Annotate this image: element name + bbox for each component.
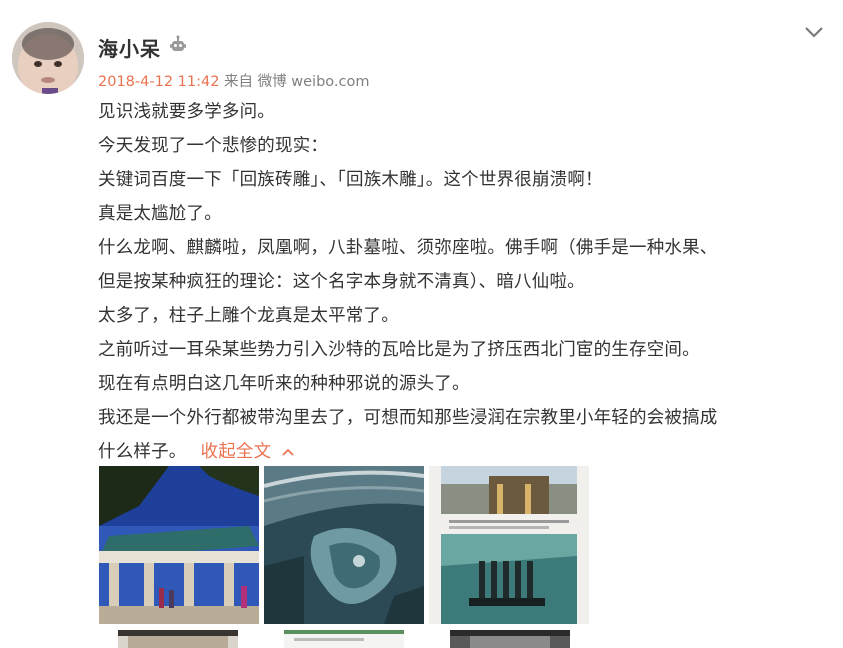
post-image-5[interactable] xyxy=(284,630,404,648)
post-line: 什么龙啊、麒麟啦，凤凰啊，八卦墓啦、须弥座啦。佛手啊（佛手是一种水果、 xyxy=(98,238,718,258)
post-image-6[interactable] xyxy=(450,630,570,648)
robot-icon xyxy=(168,35,188,55)
post-last-text: 什么样子。 xyxy=(98,442,187,462)
post-line-last: 什么样子。 收起全文 xyxy=(98,435,823,469)
post-line: 太多了，柱子上雕个龙真是太平常了。 xyxy=(98,306,399,326)
post-source: 微博 weibo.com xyxy=(257,74,370,90)
avatar[interactable] xyxy=(12,22,84,94)
source-prefix: 来自 xyxy=(224,74,254,90)
author-name[interactable]: 海小呆 xyxy=(98,33,161,62)
chevron-down-icon[interactable] xyxy=(803,22,825,42)
post-image-3[interactable] xyxy=(429,466,589,624)
post-line: 之前听过一耳朵某些势力引入沙特的瓦哈比是为了挤压西北门宦的生存空间。 xyxy=(98,340,700,360)
chevron-up-icon xyxy=(281,435,295,469)
post-meta: 2018-4-12 11:42 来自 微博 weibo.com xyxy=(98,70,369,91)
post-line: 现在有点明白这几年听来的种种邪说的源头了。 xyxy=(98,374,470,394)
post-timestamp[interactable]: 2018-4-12 11:42 xyxy=(98,74,219,90)
post-image-4[interactable] xyxy=(118,630,238,648)
post-image-1[interactable] xyxy=(99,466,259,624)
collapse-label: 收起全文 xyxy=(200,442,272,462)
post-line: 见识浅就要多学多问。 xyxy=(98,102,275,122)
post-line: 真是太尴尬了。 xyxy=(98,204,222,224)
post-line: 但是按某种疯狂的理论：这个名字本身就不清真）、暗八仙啦。 xyxy=(98,272,585,292)
collapse-button[interactable]: 收起全文 xyxy=(201,442,296,462)
post-line: 我还是一个外行都被带沟里去了，可想而知那些浸润在宗教里小年轻的会被搞成 xyxy=(98,408,718,428)
post-image-2[interactable] xyxy=(264,466,424,624)
post-line: 今天发现了一个悲惨的现实： xyxy=(98,136,329,156)
post-line: 关键词百度一下「回族砖雕」、「回族木雕」。这个世界很崩溃啊！ xyxy=(98,170,603,190)
post-body: 见识浅就要多学多问。 今天发现了一个悲惨的现实： 关键词百度一下「回族砖雕」、「… xyxy=(98,95,823,469)
